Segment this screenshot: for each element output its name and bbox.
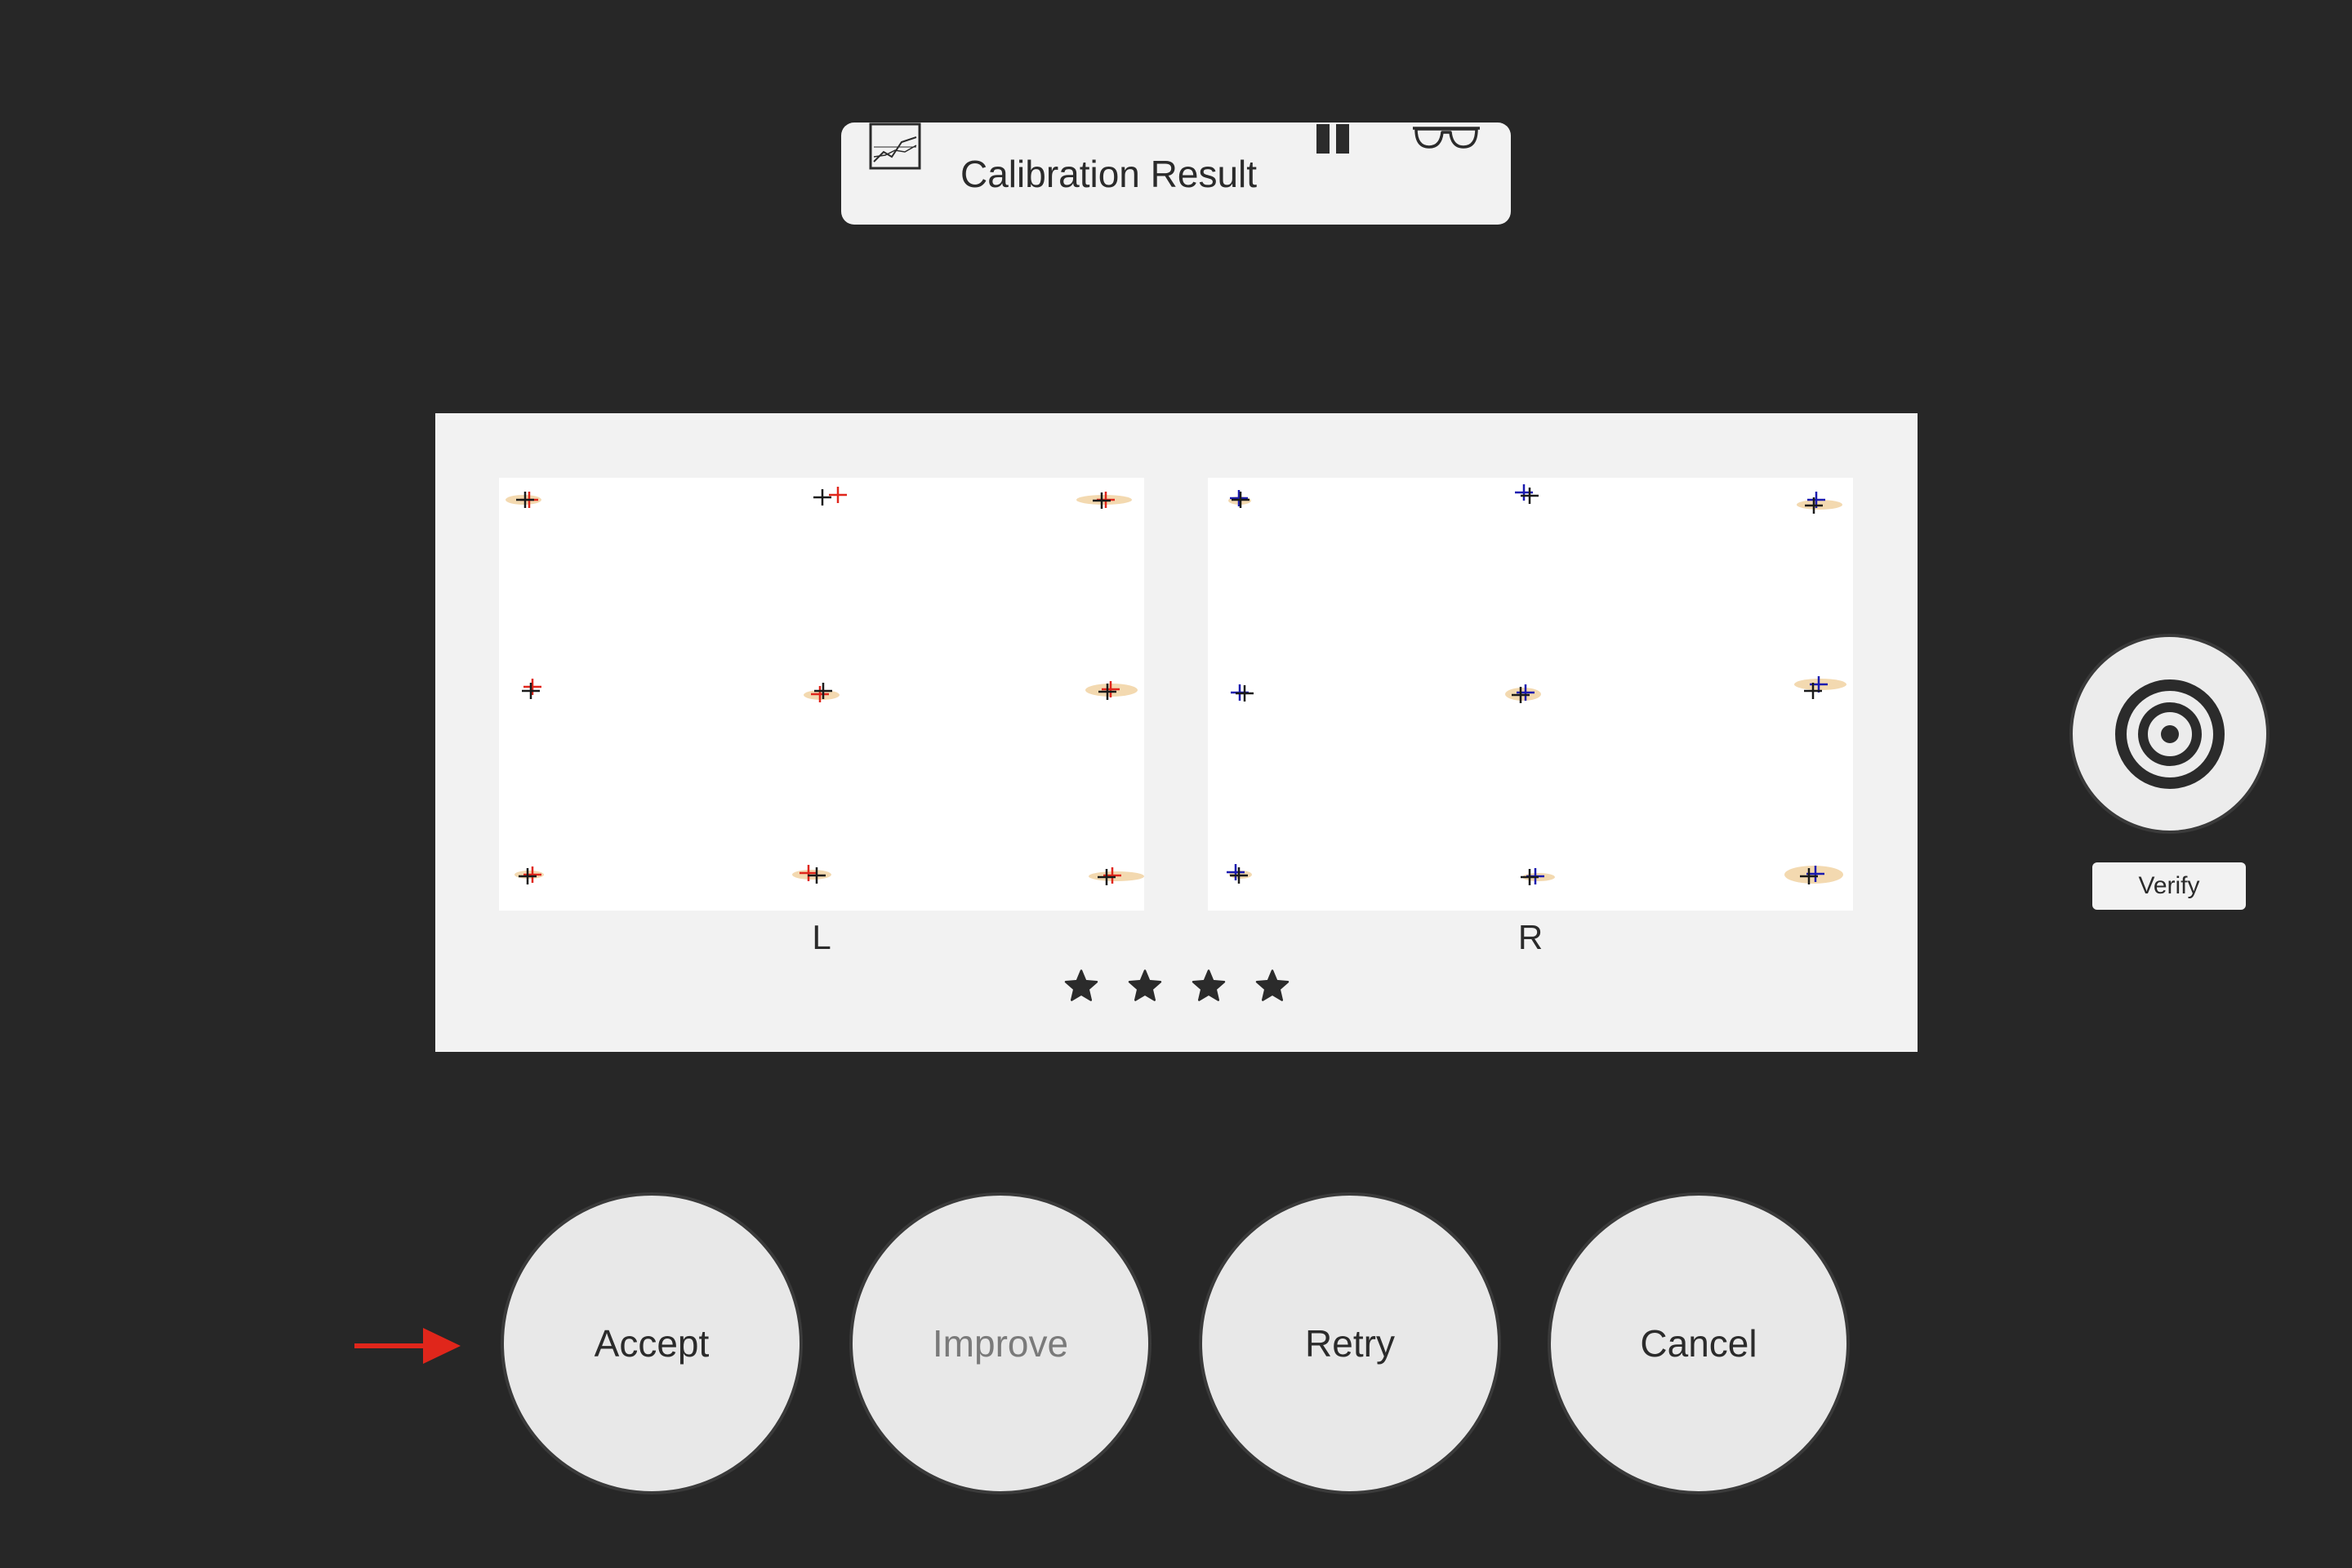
retry-button[interactable]: Retry [1199, 1192, 1501, 1494]
verify-button[interactable]: Verify [2092, 862, 2246, 910]
target-icon [2114, 679, 2225, 789]
arrow-right-icon [354, 1328, 461, 1364]
calibration-result-panel: L R [435, 413, 1918, 1052]
star-icon [1255, 969, 1289, 1001]
chart-icon[interactable] [869, 122, 921, 170]
star-icon [1192, 969, 1225, 1001]
cancel-button[interactable]: Cancel [1548, 1192, 1850, 1494]
quality-rating [435, 969, 1918, 1014]
left-eye-plot [499, 478, 1144, 911]
pause-icon[interactable] [1315, 122, 1352, 155]
verify-target-button[interactable] [2069, 634, 2270, 834]
left-eye-label: L [812, 918, 831, 956]
accept-button[interactable]: Accept [501, 1192, 803, 1494]
glasses-icon[interactable] [1413, 122, 1480, 152]
improve-button[interactable]: Improve [849, 1192, 1152, 1494]
header-title: Calibration Result [960, 153, 1258, 195]
calibration-header: Calibration Result [841, 122, 1511, 225]
right-eye-plot [1208, 478, 1853, 911]
star-icon [1064, 969, 1098, 1001]
right-eye-label: R [1517, 918, 1544, 956]
star-icon [1128, 969, 1161, 1001]
